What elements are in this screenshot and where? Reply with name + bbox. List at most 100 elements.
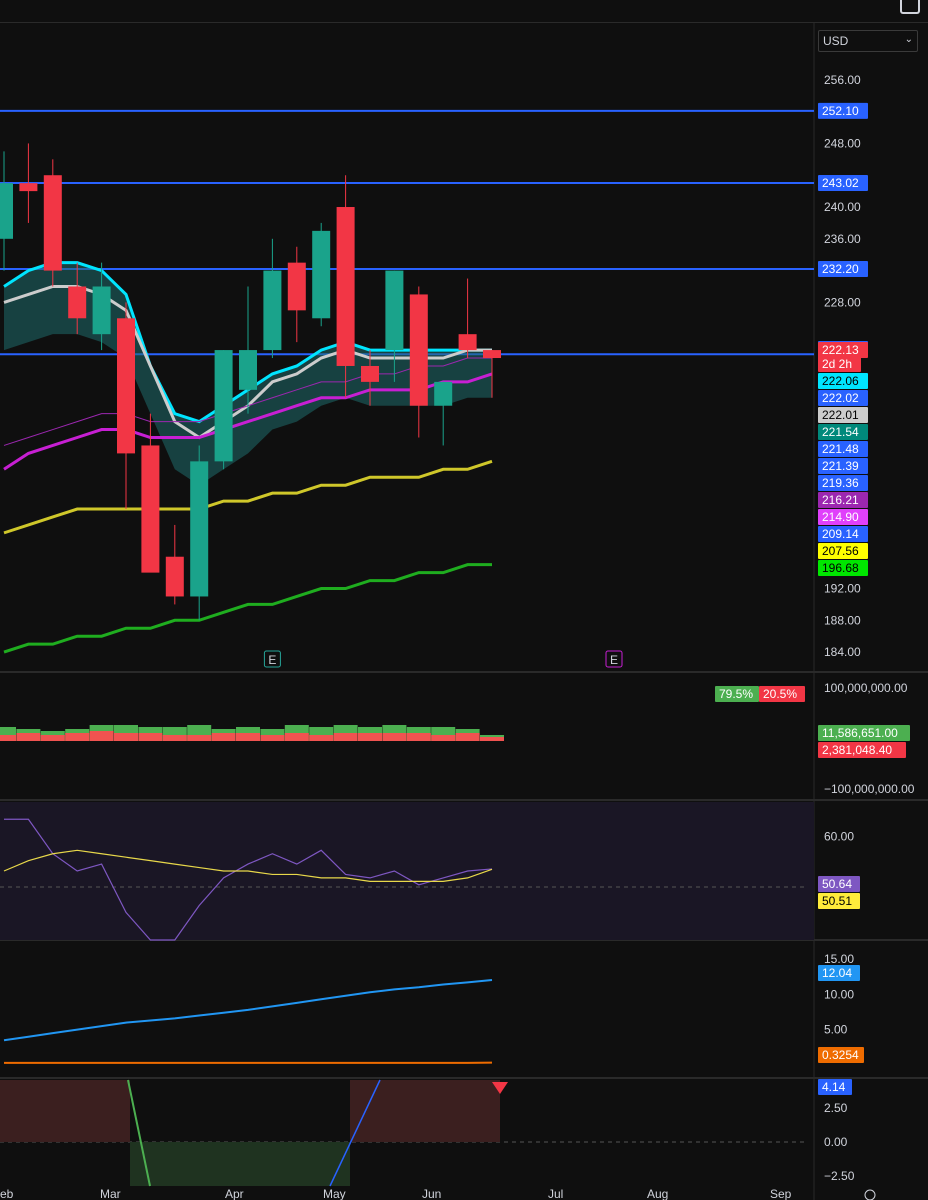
price-tag-text: 222.02	[822, 391, 859, 405]
rsi-tag: 50.51	[818, 893, 860, 909]
price-axis-tick: 188.00	[824, 613, 861, 627]
price-tag-text: 209.14	[822, 527, 859, 541]
price-tag-text: 222.01	[822, 408, 859, 422]
osc-tag-text: 4.14	[822, 1080, 846, 1094]
earnings-marker-label: E	[610, 653, 618, 667]
volume-bar-down	[16, 733, 41, 741]
lower-tag-text: 0.3254	[822, 1048, 859, 1062]
ma-line-yellow	[3, 459, 493, 535]
price-tag: 222.02	[818, 390, 868, 406]
candle-body	[68, 286, 87, 319]
chevron-down-icon: ⌄	[904, 34, 913, 45]
price-tag-text: 221.54	[822, 425, 859, 439]
volume-bar-down	[211, 733, 236, 741]
rsi-tag-text: 50.64	[822, 877, 852, 891]
price-tag-text: 2d 2h	[822, 357, 852, 371]
price-axis-tick: 248.00	[824, 136, 861, 150]
volume-bar-down	[455, 733, 480, 741]
osc-bear-zone	[350, 1080, 500, 1142]
volume-bar-down	[236, 733, 260, 741]
volume-bar-down	[89, 731, 114, 741]
time-axis-label: Sep	[770, 1187, 792, 1200]
candle-body	[409, 294, 428, 406]
volume-bar-down	[284, 733, 309, 741]
volume-tag: 2,381,048.40	[818, 742, 906, 758]
lower-tag: 12.04	[818, 965, 860, 981]
currency-select[interactable]: USD ⌄	[818, 30, 918, 52]
price-axis-tick: 236.00	[824, 232, 861, 246]
price-axis-tick: 256.00	[824, 73, 861, 87]
price-tag: 222.01	[818, 407, 868, 423]
volume-axis-tick: −100,000,000.00	[824, 782, 915, 796]
price-tag: 232.20	[818, 261, 868, 278]
price-axis-tick: 184.00	[824, 645, 861, 659]
volume-sell-pct-text: 20.5%	[763, 687, 797, 701]
time-axis-label: Mar	[100, 1187, 121, 1200]
price-tag-text: 252.10	[822, 104, 859, 118]
candle-body	[434, 381, 453, 406]
volume-bar-down	[40, 735, 65, 741]
volume-buy-pct: 79.5%	[715, 686, 759, 702]
lower-axis-tick: 5.00	[824, 1023, 848, 1037]
ma-line-green	[3, 563, 492, 654]
osc-axis-tick: 2.50	[824, 1101, 848, 1115]
price-tag: 252.10	[818, 102, 868, 119]
price-tag: 222.06	[818, 373, 868, 389]
price-tag-text: 243.02	[822, 176, 859, 190]
volume-bar-down	[382, 733, 407, 741]
price-tag: 221.48	[818, 441, 868, 457]
candle-body	[287, 262, 306, 311]
price-axis-tick: 240.00	[824, 200, 861, 214]
volume-bar-down	[187, 735, 212, 741]
rsi-axis-tick: 60.00	[824, 830, 854, 844]
candle-body	[19, 183, 38, 192]
candle-body	[458, 334, 477, 351]
time-axis-label: May	[323, 1187, 346, 1200]
candle-body	[336, 207, 355, 366]
volume-tag: 11,586,651.00	[818, 725, 910, 741]
volume-bar-down	[260, 735, 285, 741]
price-tag-text: 196.68	[822, 561, 859, 575]
time-axis-label: Jul	[548, 1187, 563, 1200]
volume-bar-down	[480, 737, 504, 741]
currency-label: USD	[823, 34, 849, 48]
candle-body	[165, 556, 184, 597]
price-tag: 214.90	[818, 509, 868, 525]
candle-body	[214, 350, 233, 462]
price-tag-text: 222.13	[822, 343, 859, 357]
price-tag: 2d 2h	[818, 356, 861, 372]
lower-tag: 0.3254	[818, 1047, 864, 1063]
candle-body	[483, 350, 501, 359]
osc-bull-zone	[130, 1142, 350, 1186]
price-tag-text: 221.39	[822, 459, 859, 473]
volume-bar-down	[406, 733, 431, 741]
candle-body	[190, 461, 209, 597]
volume-bar-down	[358, 733, 382, 741]
volume-buy-pct-text: 79.5%	[719, 687, 753, 701]
price-tag: 221.54	[818, 424, 868, 440]
price-tag: 222.13	[818, 342, 868, 358]
volume-tag-text: 11,586,651.00	[822, 726, 898, 740]
volume-bar-down	[431, 735, 456, 741]
volume-bar-down	[162, 735, 187, 741]
price-tag-text: 221.48	[822, 442, 859, 456]
volume-bar-down	[138, 733, 163, 741]
volume-sell-pct: 20.5%	[759, 686, 805, 702]
price-tag-text: 214.90	[822, 510, 859, 524]
candle-body	[312, 230, 331, 319]
candle-body	[117, 318, 135, 454]
price-axis-tick: 228.00	[824, 295, 861, 309]
price-tag-text: 222.06	[822, 374, 859, 388]
volume-bar-down	[309, 735, 334, 741]
price-tag: 196.68	[818, 560, 868, 576]
candle-body	[385, 270, 404, 351]
price-tag-text: 219.36	[822, 476, 859, 490]
rsi-tag-text: 50.51	[822, 894, 852, 908]
lower-axis-tick: 10.00	[824, 987, 854, 1001]
candle-body	[239, 350, 257, 390]
earnings-marker: E	[263, 650, 281, 668]
chart-canvas: 256.00248.00240.00236.00232.00228.00192.…	[0, 22, 928, 1200]
candle-body	[141, 445, 160, 573]
time-axis-label: Aug	[647, 1187, 668, 1200]
candle-body	[92, 286, 111, 335]
